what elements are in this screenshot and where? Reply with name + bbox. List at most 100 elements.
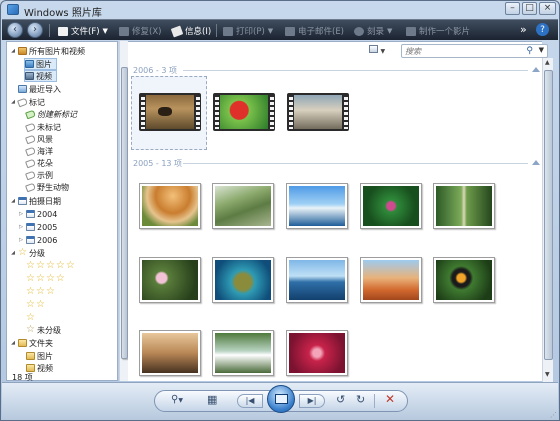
title-bar[interactable]: Windows 照片库 – □ × [1,1,559,19]
delete-x-icon[interactable]: ✕ [385,392,395,406]
file-menu-button[interactable]: 文件(F) ▼ [58,25,108,37]
tree-item-all-pictures-videos[interactable]: ◢ 所有图片和视频 [10,45,85,57]
tree-item-folder-pictures[interactable]: 图片 [26,350,53,362]
tree-item-create-tag[interactable]: 创建新标记 [25,108,77,120]
burn-button[interactable]: 刻录 ▼ [354,25,392,37]
expand-triangle-icon: ▷ [19,211,23,217]
video-thumbnail[interactable] [139,93,201,131]
back-arrow-icon[interactable]: ‹ [7,22,23,38]
group-header-2006[interactable]: 2006 - 3 项 [133,65,177,76]
make-movie-button[interactable]: 制作一个影片 [406,25,470,37]
tree-item-tag-flowers[interactable]: 花朵 [25,157,53,169]
tree-item-5-stars[interactable]: ☆ ☆ ☆ ☆ ☆ [26,260,75,272]
rotate-ccw-icon[interactable]: ↺ [336,393,345,406]
rotate-cw-icon[interactable]: ↻ [356,393,365,406]
group-header-2005[interactable]: 2005 - 13 项 [133,158,182,169]
tree-item-1-star[interactable]: ☆ [26,312,35,324]
scrollbar-thumb[interactable] [544,70,553,360]
scroll-down-arrow-icon[interactable]: ▼ [545,371,550,378]
content-scrollbar[interactable]: ▲ ▼ [542,58,553,382]
collapse-group-icon[interactable] [532,67,540,72]
tree-item-2005[interactable]: ▷ 2005 [18,221,57,233]
fit-window-icon[interactable]: ▦ [207,393,217,406]
next-icon[interactable]: ▶| [299,394,325,408]
photo-thumbnail[interactable] [286,257,348,303]
collapse-triangle-icon: ◢ [11,340,15,346]
tree-label: 2005 [37,222,58,232]
collapse-group-icon[interactable] [532,160,540,165]
resize-grip-icon[interactable]: ⋰ [550,411,557,419]
star-icon: ☆ [26,299,35,310]
tree-label: 2004 [37,209,58,219]
previous-icon[interactable]: |◀ [237,394,263,408]
star-icon: ☆ [35,260,45,271]
star-icon: ☆ [35,273,45,284]
scroll-up-arrow-icon[interactable]: ▲ [545,59,550,66]
tree-item-4-stars[interactable]: ☆ ☆ ☆ ☆ [26,273,65,285]
film-perforation [214,95,219,129]
photo-thumbnail[interactable] [212,183,274,229]
forward-arrow-icon[interactable]: › [27,22,43,38]
fix-button[interactable]: 修复(X) [119,25,161,37]
movie-icon [406,26,416,36]
tree-item-2-stars[interactable]: ☆ ☆ [26,299,45,311]
more-commands-button[interactable]: » [520,23,527,36]
photo-thumbnail[interactable] [433,257,495,303]
zoom-icon[interactable]: ⚲▼ [171,394,183,405]
maximize-button[interactable]: □ [522,2,537,15]
tree-label: 图片 [36,59,52,69]
photo-thumbnail[interactable] [139,257,201,303]
tree-item-ratings[interactable]: ◢ ☆ 分级 [10,247,45,259]
navigation-scrollbar[interactable] [119,41,128,381]
tree-item-2006[interactable]: ▷ 2006 [18,234,57,246]
help-icon[interactable]: ? [536,23,549,36]
video-thumbnail[interactable] [287,93,349,131]
tree-item-pictures[interactable]: 图片 [24,58,57,70]
magnifier-icon[interactable]: ⚲ [526,46,533,56]
video-thumbnail[interactable] [213,93,275,131]
tree-item-date-taken[interactable]: ◢ 拍摄日期 [10,195,61,207]
scrollbar-thumb[interactable] [121,67,128,359]
search-box[interactable]: ⚲ ▼ [401,44,548,58]
collapse-triangle-icon: ◢ [11,198,15,204]
tree-item-tag-ocean[interactable]: 海洋 [25,145,53,157]
print-button[interactable]: 打印(P) ▼ [223,25,273,37]
slideshow-button[interactable] [267,385,295,413]
tree-item-2004[interactable]: ▷ 2004 [18,208,57,220]
info-button[interactable]: 信息(I) [170,25,211,37]
tag-icon [25,170,36,180]
email-label: 电子邮件(E) [298,27,345,37]
photo-thumbnail[interactable] [286,330,348,376]
chevron-down-icon[interactable]: ▼ [539,46,544,54]
close-button[interactable]: × [539,2,556,15]
photos-icon [18,47,27,55]
photo-thumbnail[interactable] [433,183,495,229]
tree-item-tag-wildlife[interactable]: 野生动物 [25,181,69,193]
tree-item-videos[interactable]: 视频 [24,70,57,82]
photo-thumbnail[interactable] [286,183,348,229]
tree-item-3-stars[interactable]: ☆ ☆ ☆ [26,286,55,298]
tree-item-folders[interactable]: ◢ 文件夹 [10,337,53,349]
tree-item-tag-sample[interactable]: 示例 [25,169,53,181]
view-options-button[interactable]: ▼ [369,45,391,57]
photo-thumbnail[interactable] [139,330,201,376]
collapse-triangle-icon: ◢ [11,99,15,105]
photo-thumbnail[interactable] [139,183,201,229]
email-button[interactable]: 电子邮件(E) [285,25,344,37]
photo-thumbnail[interactable] [212,330,274,376]
minimize-button[interactable]: – [505,2,520,15]
pictures-icon [25,60,34,68]
tree-item-tags[interactable]: ◢ 标记 [10,96,45,108]
folder-icon [26,364,35,372]
photo-thumbnail[interactable] [360,183,422,229]
tree-label: 示例 [37,170,53,180]
photo-thumbnail[interactable] [212,257,274,303]
tree-item-tag-landscape[interactable]: 风景 [25,133,53,145]
desert-dunes-photo [363,260,419,300]
photo-thumbnail[interactable] [360,257,422,303]
tag-icon [25,122,36,132]
tree-item-untagged[interactable]: 未标记 [25,121,61,133]
tree-item-recent-import[interactable]: 最近导入 [18,83,61,95]
search-input[interactable] [405,46,515,57]
tree-item-unrated[interactable]: ☆ 未分级 [26,324,61,336]
